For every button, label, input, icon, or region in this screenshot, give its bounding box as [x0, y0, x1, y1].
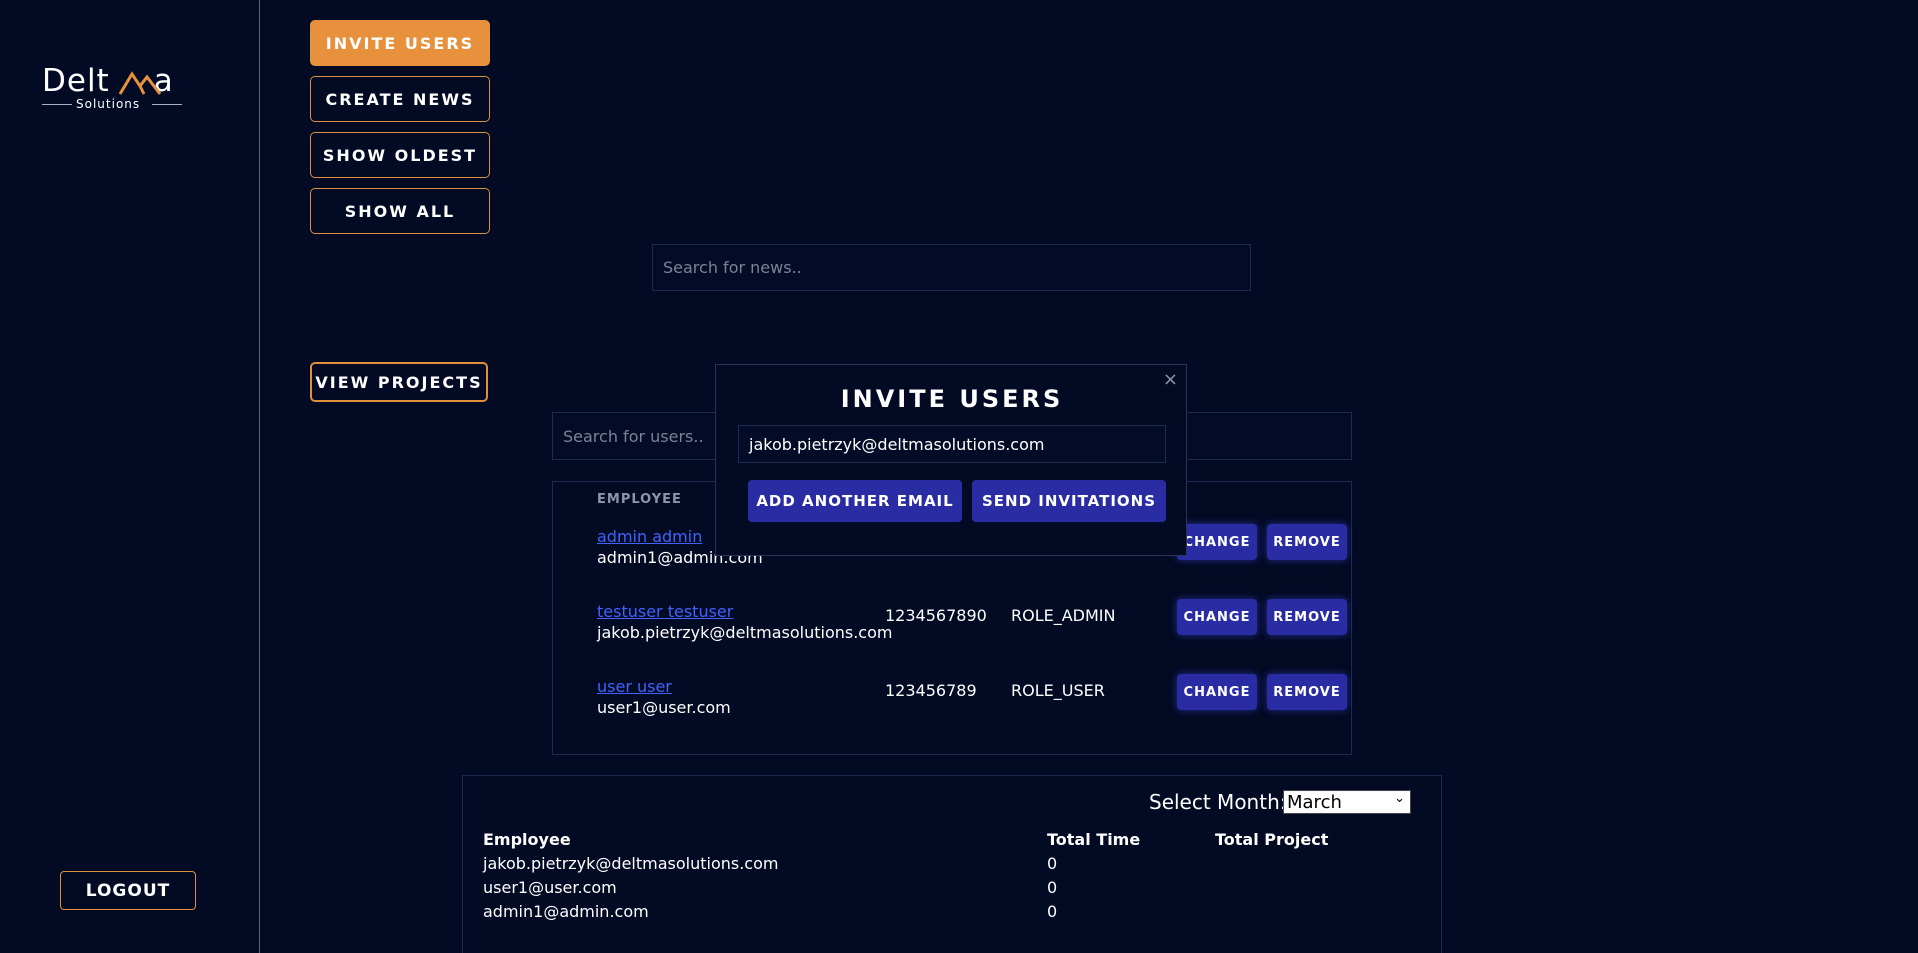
- view-projects-button[interactable]: VIEW PROJECTS: [310, 362, 488, 402]
- user-role: ROLE_ADMIN: [1011, 606, 1116, 625]
- logo-subtitle-row: Solutions: [42, 97, 182, 111]
- chevron-down-icon: ⌄: [1394, 791, 1405, 806]
- invite-users-modal: × INVITE USERS jakob.pietrzyk@deltmasolu…: [715, 364, 1187, 556]
- user-role: ROLE_USER: [1011, 681, 1105, 700]
- month-select[interactable]: March ⌄: [1283, 790, 1411, 814]
- user-name-link[interactable]: testuser testuser: [597, 602, 733, 621]
- user-email: user1@user.com: [597, 698, 731, 717]
- change-role-button[interactable]: CHANGE: [1177, 524, 1257, 560]
- sidebar: Delt a Solutions LOGOUT: [0, 0, 260, 953]
- remove-user-button[interactable]: REMOVE: [1267, 599, 1347, 635]
- logo-text-left: Delt: [42, 63, 110, 99]
- logo-divider: [152, 104, 182, 105]
- user-phone: 123456789: [885, 681, 977, 700]
- report-header-total-project: Total Project: [1215, 830, 1329, 849]
- brand-logo[interactable]: Delt a Solutions: [42, 63, 182, 111]
- mountain-logo-icon: [118, 71, 162, 95]
- time-report-panel: Select Month: March ⌄ Employee Total Tim…: [462, 775, 1442, 953]
- user-phone: 1234567890: [885, 606, 987, 625]
- report-employee: jakob.pietrzyk@deltmasolutions.com: [483, 854, 779, 873]
- employee-column-header: EMPLOYEE: [597, 492, 682, 507]
- user-email: jakob.pietrzyk@deltmasolutions.com: [597, 623, 893, 642]
- select-month-label: Select Month:: [1149, 790, 1287, 814]
- table-row: user user user1@user.com 123456789 ROLE_…: [597, 674, 1347, 727]
- table-row: testuser testuser jakob.pietrzyk@deltmas…: [597, 599, 1347, 652]
- logo-divider: [42, 104, 72, 105]
- remove-user-button[interactable]: REMOVE: [1267, 674, 1347, 710]
- show-oldest-button[interactable]: SHOW OLDEST: [310, 132, 490, 178]
- report-header-total-time: Total Time: [1047, 830, 1141, 849]
- news-search-input[interactable]: Search for news..: [652, 244, 1251, 291]
- report-total-time: 0: [1047, 878, 1058, 897]
- send-invitations-button[interactable]: SEND INVITATIONS: [972, 480, 1166, 522]
- show-all-button[interactable]: SHOW ALL: [310, 188, 490, 234]
- change-role-button[interactable]: CHANGE: [1177, 674, 1257, 710]
- report-total-time: 0: [1047, 854, 1058, 873]
- logo-subtitle: Solutions: [76, 97, 141, 111]
- create-news-button[interactable]: CREATE NEWS: [310, 76, 490, 122]
- report-total-time: 0: [1047, 902, 1058, 921]
- user-name-link[interactable]: user user: [597, 677, 672, 696]
- user-name-link[interactable]: admin admin: [597, 527, 702, 546]
- remove-user-button[interactable]: REMOVE: [1267, 524, 1347, 560]
- change-role-button[interactable]: CHANGE: [1177, 599, 1257, 635]
- month-select-value: March: [1287, 791, 1342, 813]
- invite-email-field[interactable]: jakob.pietrzyk@deltmasolutions.com: [738, 425, 1166, 463]
- report-employee: admin1@admin.com: [483, 902, 649, 921]
- invite-users-button[interactable]: INVITE USERS: [310, 20, 490, 66]
- report-employee: user1@user.com: [483, 878, 617, 897]
- logout-button[interactable]: LOGOUT: [60, 871, 196, 910]
- modal-title: INVITE USERS: [840, 385, 1064, 413]
- add-another-email-button[interactable]: ADD ANOTHER EMAIL: [748, 480, 962, 522]
- report-header-employee: Employee: [483, 830, 571, 849]
